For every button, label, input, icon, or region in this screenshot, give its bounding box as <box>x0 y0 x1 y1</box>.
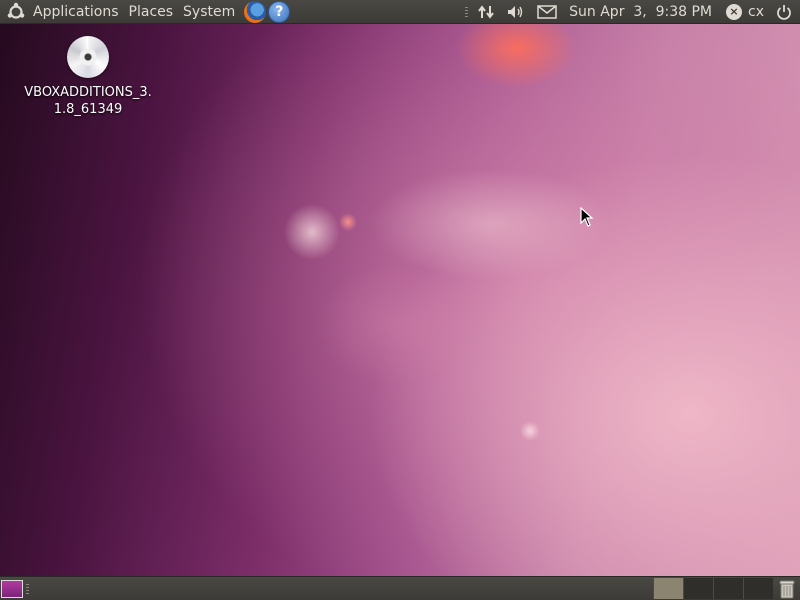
menu-system[interactable]: System <box>178 4 240 20</box>
power-icon[interactable] <box>776 4 792 20</box>
workspace-2[interactable] <box>683 578 713 599</box>
panel-drag-handle[interactable] <box>26 583 29 594</box>
panel-drag-handle[interactable] <box>465 6 469 17</box>
top-panel: Applications Places System ? Sun Apr 3, … <box>0 0 800 24</box>
desktop-icon-label: VBOXADDITIONS_3.1.8_61349 <box>24 85 152 117</box>
clock[interactable]: Sun Apr 3, 9:38 PM <box>563 4 718 20</box>
bottom-panel <box>0 576 800 600</box>
ubuntu-logo-icon[interactable] <box>4 0 28 24</box>
user-name[interactable]: cx <box>746 4 766 20</box>
workspace-switcher <box>653 578 773 599</box>
workspace-4[interactable] <box>743 578 773 599</box>
help-icon[interactable]: ? <box>268 0 291 23</box>
mail-icon[interactable] <box>537 4 557 19</box>
trash-icon[interactable] <box>778 579 796 599</box>
desktop-background[interactable]: VBOXADDITIONS_3.1.8_61349 <box>0 24 800 576</box>
workspace-3[interactable] <box>713 578 743 599</box>
menu-places[interactable]: Places <box>124 4 179 20</box>
workspace-1[interactable] <box>653 578 683 599</box>
menu-applications[interactable]: Applications <box>28 4 124 20</box>
show-desktop-icon[interactable] <box>1 579 23 598</box>
network-icon[interactable] <box>477 4 495 20</box>
vboxadditions-desktop-icon[interactable]: VBOXADDITIONS_3.1.8_61349 <box>22 36 154 118</box>
user-status-icon[interactable]: × <box>726 3 743 20</box>
firefox-icon[interactable] <box>244 0 267 23</box>
mouse-cursor <box>580 207 594 227</box>
cd-icon <box>67 36 109 78</box>
volume-icon[interactable] <box>507 4 525 20</box>
